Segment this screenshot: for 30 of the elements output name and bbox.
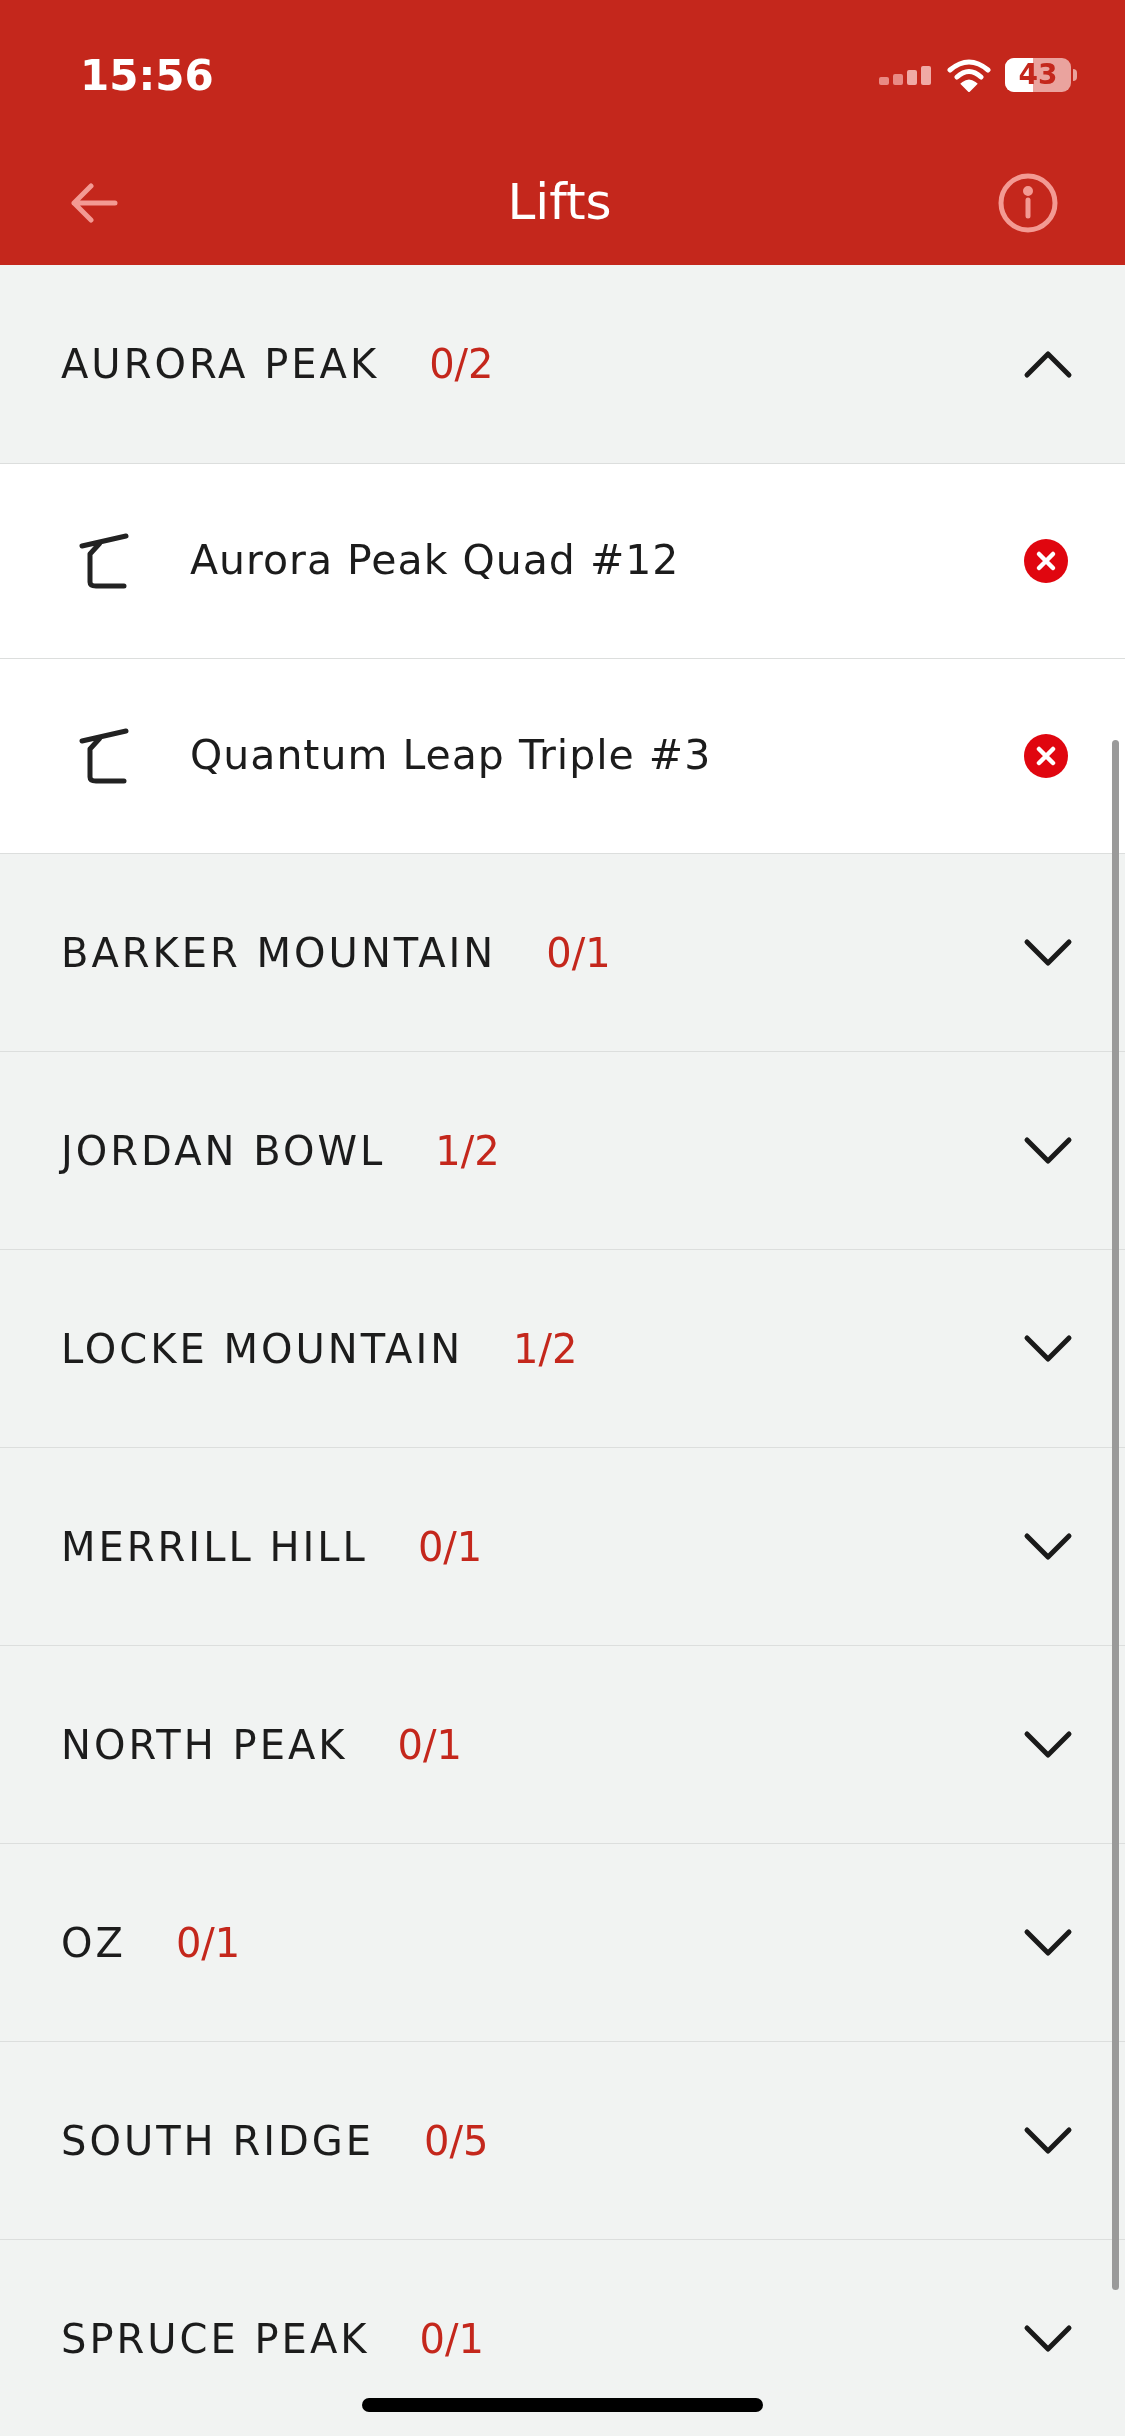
lift-name: Aurora Peak Quad #12 <box>190 535 680 587</box>
resort-name: BARKER MOUNTAIN <box>61 928 497 978</box>
open-lift-count: 0/1 <box>397 1720 462 1770</box>
resort-name: JORDAN BOWL <box>61 1126 386 1176</box>
open-lift-count: 1/2 <box>513 1324 578 1374</box>
open-lift-count: 0/1 <box>419 2314 484 2364</box>
open-lift-count: 1/2 <box>435 1126 500 1176</box>
info-icon <box>997 171 1059 234</box>
back-arrow-icon <box>69 182 119 223</box>
chairlift-icon <box>78 532 132 590</box>
resort-name: LOCKE MOUNTAIN <box>61 1324 464 1374</box>
signal-icon <box>879 65 933 85</box>
open-lift-count: 0/1 <box>175 1918 241 1968</box>
page-title: Lifts <box>507 172 612 233</box>
lift-row[interactable]: Aurora Peak Quad #12 <box>0 463 1125 658</box>
open-lift-count: 0/2 <box>429 340 494 389</box>
open-lift-count: 0/5 <box>424 2116 489 2166</box>
resort-name: SOUTH RIDGE <box>61 2116 375 2166</box>
resort-name: NORTH PEAK <box>61 1720 348 1770</box>
status-time: 15:56 <box>80 49 214 102</box>
wifi-icon <box>947 58 991 92</box>
resort-name: SPRUCE PEAK <box>61 2314 370 2364</box>
lift-row[interactable]: Quantum Leap Triple #3 <box>0 658 1125 853</box>
open-lift-count: 0/1 <box>546 928 611 978</box>
info-button[interactable] <box>997 171 1059 234</box>
resort-name: AURORA PEAK <box>61 340 380 389</box>
open-lift-count: 0/1 <box>417 1522 483 1572</box>
lift-name: Quantum Leap Triple #3 <box>190 730 712 782</box>
resort-name: MERRILL HILL <box>61 1522 368 1572</box>
resort-name: OZ <box>61 1918 126 1968</box>
